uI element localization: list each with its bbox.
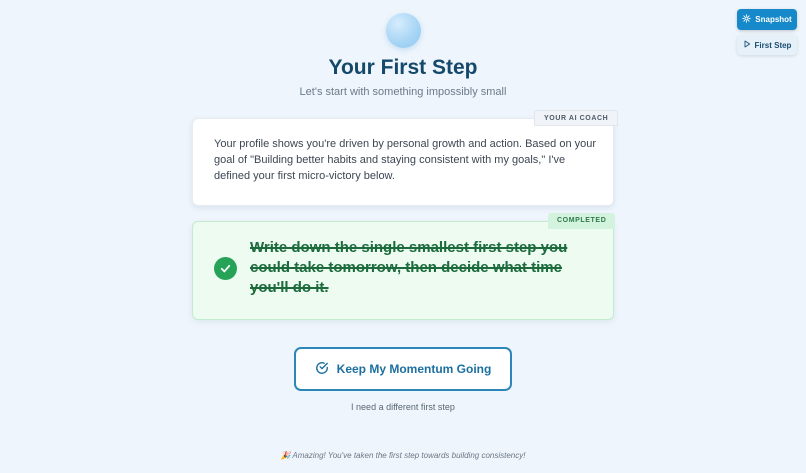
first-step-label: First Step (754, 40, 792, 50)
footer-message: 🎉 Amazing! You've taken the first step t… (280, 451, 526, 460)
different-step-link[interactable]: I need a different first step (0, 402, 806, 412)
camera-icon (742, 14, 751, 25)
hero-orb (386, 13, 421, 48)
snapshot-label: Snapshot (755, 15, 792, 24)
check-circle-icon (315, 361, 329, 378)
task-text: Write down the single smallest first ste… (250, 239, 568, 296)
task-card[interactable]: Write down the single smallest first ste… (192, 221, 614, 320)
play-icon (743, 40, 751, 50)
coach-message: Your profile shows you're driven by pers… (214, 138, 597, 182)
coach-message-card: Your profile shows you're driven by pers… (192, 118, 614, 206)
page-title: Your First Step (328, 56, 478, 79)
completed-badge: COMPLETED (548, 213, 616, 229)
coach-badge: YOUR AI COACH (534, 110, 619, 126)
keep-momentum-label: Keep My Momentum Going (336, 362, 492, 376)
check-icon (214, 257, 237, 280)
first-step-button[interactable]: First Step (737, 35, 797, 55)
snapshot-button[interactable]: Snapshot (737, 9, 797, 30)
page-subtitle: Let's start with something impossibly sm… (299, 86, 507, 98)
keep-momentum-button[interactable]: Keep My Momentum Going (294, 347, 512, 391)
